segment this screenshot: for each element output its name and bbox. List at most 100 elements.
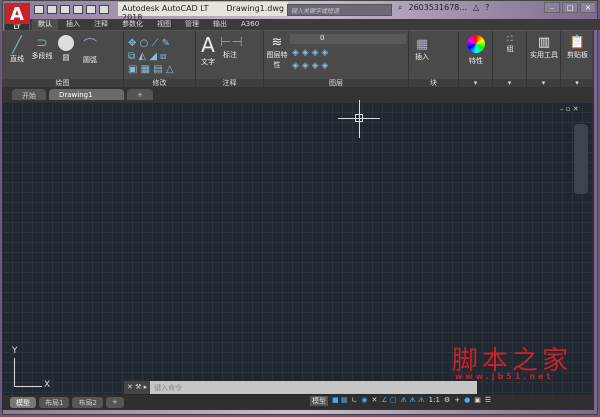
polar-icon[interactable]: ◉ (361, 396, 367, 406)
isodraft-icon[interactable]: ∠ ▢ (381, 396, 396, 406)
panel-modify: ✥ ○ ⟋ ✎ ⧉ ◭ ◢ ⧈ ▣ ▦ ▤ △ 修改 (124, 31, 196, 88)
isolate-icon[interactable]: ● (464, 396, 470, 406)
panel-draw: ╱ 直线 ⊃ 多段线 圆 ⌒ 圆弧 绘图 (2, 31, 124, 88)
help-icon[interactable]: ? (485, 3, 489, 13)
status-bar: 模型 ■ ▦ ∟ ◉ ✕ ∠ ▢ ᗑ ᗑ ᗑ 1:1 ⚙ + ● ▣ ☰ (310, 396, 491, 406)
title-bar: Autodesk AutoCAD LT 2018 Drawing1.dwg (118, 2, 288, 22)
circle-label: 圆 (62, 54, 70, 62)
search-input[interactable]: 键入关键字或短语 (287, 4, 392, 16)
print-icon[interactable] (86, 5, 96, 14)
quick-access-toolbar (34, 5, 109, 14)
annotation-icon[interactable]: ᗑ ᗑ ᗑ (400, 396, 424, 406)
ucs-x-label: X (44, 380, 51, 390)
clipboard-icon: 📋 (569, 35, 586, 50)
tab-insert[interactable]: 插入 (60, 19, 86, 30)
app-logo: A (10, 4, 24, 25)
layout-tab-1[interactable]: 布局1 (39, 397, 70, 408)
utilities-label: 实用工具 (530, 51, 558, 59)
plus-icon[interactable]: + (454, 396, 460, 406)
line-tool[interactable]: ╱ 直线 (6, 35, 28, 64)
document-tabs: 开始 Drawing1 + (2, 87, 594, 102)
close-button[interactable]: ✕ (580, 2, 596, 13)
minimize-button[interactable]: – (544, 2, 560, 13)
command-input[interactable]: 键入命令 (154, 383, 182, 393)
add-layout-button[interactable]: + (105, 397, 124, 408)
ucs-y-axis (14, 358, 15, 386)
new-tab-button[interactable]: + (127, 89, 153, 100)
navigation-bar[interactable] (574, 124, 588, 194)
ortho-icon[interactable]: ∟ (351, 396, 357, 406)
tab-annotate[interactable]: 注释 (88, 19, 114, 30)
circle-tool[interactable]: 圆 (56, 35, 76, 63)
tab-home[interactable]: 默认 (32, 19, 58, 30)
text-tool[interactable]: A 文字 (198, 33, 218, 67)
ucs-x-axis (14, 386, 42, 387)
calculator-icon: ▥ (537, 35, 551, 50)
open-icon[interactable] (47, 5, 57, 14)
doc-tab-start[interactable]: 开始 (12, 89, 46, 100)
crosshair-pickbox (355, 114, 363, 122)
insert-label: 插入 (415, 53, 429, 61)
save-icon[interactable] (60, 5, 70, 14)
menu-icon[interactable]: ☰ (485, 396, 491, 406)
user-area: ⌕ 2603531678... △? (398, 3, 489, 13)
layer-tools-icon[interactable]: ◈ ◈ ◈ ◈ ◈ ◈ ◈ ◈ (292, 47, 328, 73)
clipboard-label: 剪贴板 (567, 51, 588, 59)
ribbon-tabs: 默认 插入 注释 参数化 视图 管理 输出 A360 (30, 19, 600, 30)
user-name[interactable]: 2603531678... (408, 3, 467, 13)
a360-icon[interactable]: △ (473, 3, 479, 13)
doc-tab-drawing1[interactable]: Drawing1 (49, 89, 124, 100)
layout-tab-2[interactable]: 布局2 (72, 397, 103, 408)
gear-icon[interactable]: ⚙ (444, 396, 450, 406)
tab-view[interactable]: 视图 (151, 19, 177, 30)
layout-tab-model[interactable]: 模型 (10, 397, 36, 408)
panel-clipboard[interactable]: 📋 剪贴板 ▾ (561, 31, 594, 88)
tab-manage[interactable]: 管理 (179, 19, 205, 30)
panel-block: ▦ 插入 块 (409, 31, 459, 88)
maximize-button[interactable]: □ (562, 2, 578, 13)
panel-annotate: A 文字 ⊢⊣ 标注 注释 (196, 31, 264, 88)
polyline-label: 多段线 (31, 52, 53, 60)
groups-label: 组 (506, 45, 514, 53)
arc-tool[interactable]: ⌒ 圆弧 (80, 35, 100, 65)
panel-properties[interactable]: 特性 ▾ (459, 31, 493, 88)
osnap-icon[interactable]: ✕ (371, 396, 377, 406)
grid-icon[interactable]: ■ ▦ (332, 396, 347, 406)
command-line[interactable]: ✕ ⚒ ▸ 键入命令 (124, 381, 477, 394)
tab-parametric[interactable]: 参数化 (116, 19, 149, 30)
color-wheel-icon (467, 35, 485, 53)
layer-properties-tool[interactable]: ≋ 图层特性 (266, 35, 288, 70)
panel-layers: ≋ 图层特性 0 ◈ ◈ ◈ ◈ ◈ ◈ ◈ ◈ 图层 (264, 31, 409, 88)
viewport-controls[interactable]: – ▫ ✕ (560, 105, 579, 113)
polyline-tool[interactable]: ⊃ 多段线 (29, 35, 55, 61)
panel-utilities[interactable]: ▥ 实用工具 ▾ (527, 31, 561, 88)
app-menu-button[interactable]: A LT (4, 3, 30, 33)
layer-dropdown[interactable]: 0 (290, 34, 406, 44)
dimension-tool[interactable]: ⊢⊣ 标注 (220, 35, 243, 60)
binoculars-icon[interactable]: ⌕ (398, 3, 402, 13)
layer-properties-label: 图层特性 (266, 51, 288, 69)
layer-value: 0 (320, 34, 325, 42)
tab-a360[interactable]: A360 (235, 19, 265, 30)
save-as-icon[interactable] (73, 5, 83, 14)
group-icon: ⛶ (507, 35, 513, 43)
app-title: Autodesk AutoCAD LT 2018 (122, 4, 209, 22)
properties-label: 特性 (469, 57, 483, 65)
ucs-y-label: Y (12, 346, 18, 356)
model-space-button[interactable]: 模型 (310, 396, 328, 406)
tab-output[interactable]: 输出 (207, 19, 233, 30)
modify-tools-icon[interactable]: ✥ ○ ⟋ ✎ ⧉ ◭ ◢ ⧈ ▣ ▦ ▤ △ (128, 37, 174, 76)
watermark-url: www.jb51.net (455, 372, 554, 381)
insert-tool[interactable]: ▦ 插入 (411, 37, 433, 62)
undo-icon[interactable] (99, 5, 109, 14)
file-name: Drawing1.dwg (226, 4, 284, 13)
arc-label: 圆弧 (83, 56, 97, 64)
panel-groups[interactable]: ⛶ 组 ▾ (493, 31, 527, 88)
new-icon[interactable] (34, 5, 44, 14)
ribbon: ╱ 直线 ⊃ 多段线 圆 ⌒ 圆弧 绘图 ✥ ○ ⟋ ✎ ⧉ ◭ ◢ ⧈ ▣ ▦ ▤ △ … (2, 30, 594, 88)
dimension-label: 标注 (223, 51, 237, 59)
fullscreen-icon[interactable]: ▣ (474, 396, 481, 406)
annotation-scale[interactable]: 1:1 (429, 396, 440, 406)
line-label: 直线 (10, 55, 24, 63)
command-close-icon[interactable]: ✕ ⚒ ▸ (124, 381, 151, 394)
